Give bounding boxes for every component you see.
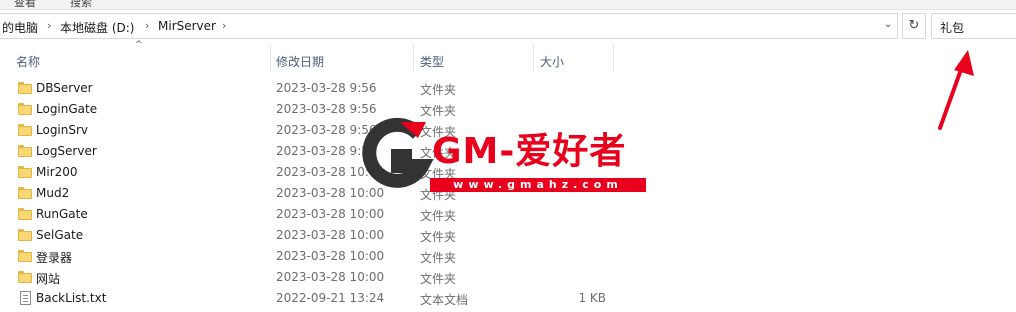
breadcrumb-separator-icon[interactable]: › (47, 19, 51, 32)
file-date: 2022-09-21 13:24 (276, 291, 385, 305)
file-name: Mud2 (36, 186, 70, 200)
column-divider[interactable] (413, 44, 414, 72)
folder-icon (18, 208, 32, 220)
ribbon-strip: 查看 搜索 (0, 0, 1016, 10)
file-date: 2023-03-28 10:00 (276, 249, 385, 263)
column-divider[interactable] (613, 44, 614, 72)
ribbon-tab-view[interactable]: 查看 (14, 0, 36, 10)
folder-icon (18, 166, 32, 178)
chevron-down-icon[interactable]: ⌄ (884, 19, 892, 30)
file-name: DBServer (36, 81, 93, 95)
sort-ascending-icon: ^ (135, 40, 143, 50)
breadcrumb-this-pc[interactable]: 的电脑 (2, 19, 38, 36)
watermark-url: www.gmahz.com (430, 178, 646, 192)
file-date: 2023-03-28 10:00 (276, 228, 385, 242)
column-header-date[interactable]: 修改日期 (276, 53, 324, 70)
column-header-type[interactable]: 类型 (420, 53, 444, 70)
file-size: 1 KB (578, 291, 606, 305)
file-row[interactable]: SelGate 2023-03-28 10:00 文件夹 (0, 226, 620, 247)
folder-icon (18, 145, 32, 157)
column-divider[interactable] (270, 44, 271, 72)
folder-icon (18, 250, 32, 262)
folder-icon (18, 103, 32, 115)
watermark-brand: GM-爱好者 (432, 131, 627, 172)
file-name: RunGate (36, 207, 88, 221)
file-date: 2023-03-28 9:56 (276, 81, 377, 95)
file-name: LogServer (36, 144, 97, 158)
folder-icon (18, 271, 32, 283)
file-row[interactable]: BackList.txt 2022-09-21 13:24 文本文档 1 KB (0, 289, 620, 310)
column-divider[interactable] (533, 44, 534, 72)
file-name: 网站 (36, 272, 61, 286)
refresh-icon: ↻ (908, 18, 920, 33)
file-name: Mir200 (36, 165, 78, 179)
file-name: SelGate (36, 228, 84, 242)
column-header-name[interactable]: 名称 (16, 53, 40, 70)
watermark-logo: GM-爱好者 www.gmahz.com (360, 116, 650, 198)
ribbon-tab-search[interactable]: 搜索 (70, 0, 92, 10)
file-row[interactable]: RunGate 2023-03-28 10:00 文件夹 (0, 205, 620, 226)
breadcrumb-drive-d[interactable]: 本地磁盘 (D:) (60, 19, 134, 36)
column-header-size[interactable]: 大小 (540, 53, 564, 70)
file-row[interactable]: 登录器 2023-03-28 10:00 文件夹 (0, 247, 620, 268)
folder-icon (18, 82, 32, 94)
file-type: 文件夹 (420, 272, 457, 286)
file-name: LoginSrv (36, 123, 89, 137)
gm-logo-icon (362, 117, 434, 188)
folder-icon (18, 187, 32, 199)
search-input-value: 礼包 (940, 21, 965, 35)
file-type: 文件夹 (420, 251, 457, 265)
file-date: 2023-03-28 10:00 (276, 270, 385, 284)
file-type: 文件夹 (420, 83, 457, 97)
file-type: 文本文档 (420, 293, 469, 307)
folder-icon (18, 229, 32, 241)
address-bar[interactable]: 的电脑 › 本地磁盘 (D:) › MirServer › (0, 13, 898, 39)
file-row[interactable]: 网站 2023-03-28 10:00 文件夹 (0, 268, 620, 289)
search-input[interactable]: 礼包 (931, 13, 1016, 39)
file-name: LoginGate (36, 102, 98, 116)
breadcrumb-separator-icon[interactable]: › (222, 19, 226, 32)
breadcrumb-mirserver[interactable]: MirServer (158, 19, 216, 33)
file-date: 2023-03-28 10:00 (276, 207, 385, 221)
file-name: BackList.txt (36, 291, 107, 305)
refresh-button[interactable]: ↻ (902, 13, 926, 39)
text-file-icon (20, 291, 31, 305)
file-row[interactable]: DBServer 2023-03-28 9:56 文件夹 (0, 79, 620, 100)
file-type: 文件夹 (420, 209, 457, 223)
breadcrumb-separator-icon[interactable]: › (145, 19, 149, 32)
red-arrow-icon (938, 50, 974, 130)
file-date: 2023-03-28 9:56 (276, 102, 377, 116)
file-type: 文件夹 (420, 230, 457, 244)
file-name: 登录器 (36, 251, 73, 265)
folder-icon (18, 124, 32, 136)
